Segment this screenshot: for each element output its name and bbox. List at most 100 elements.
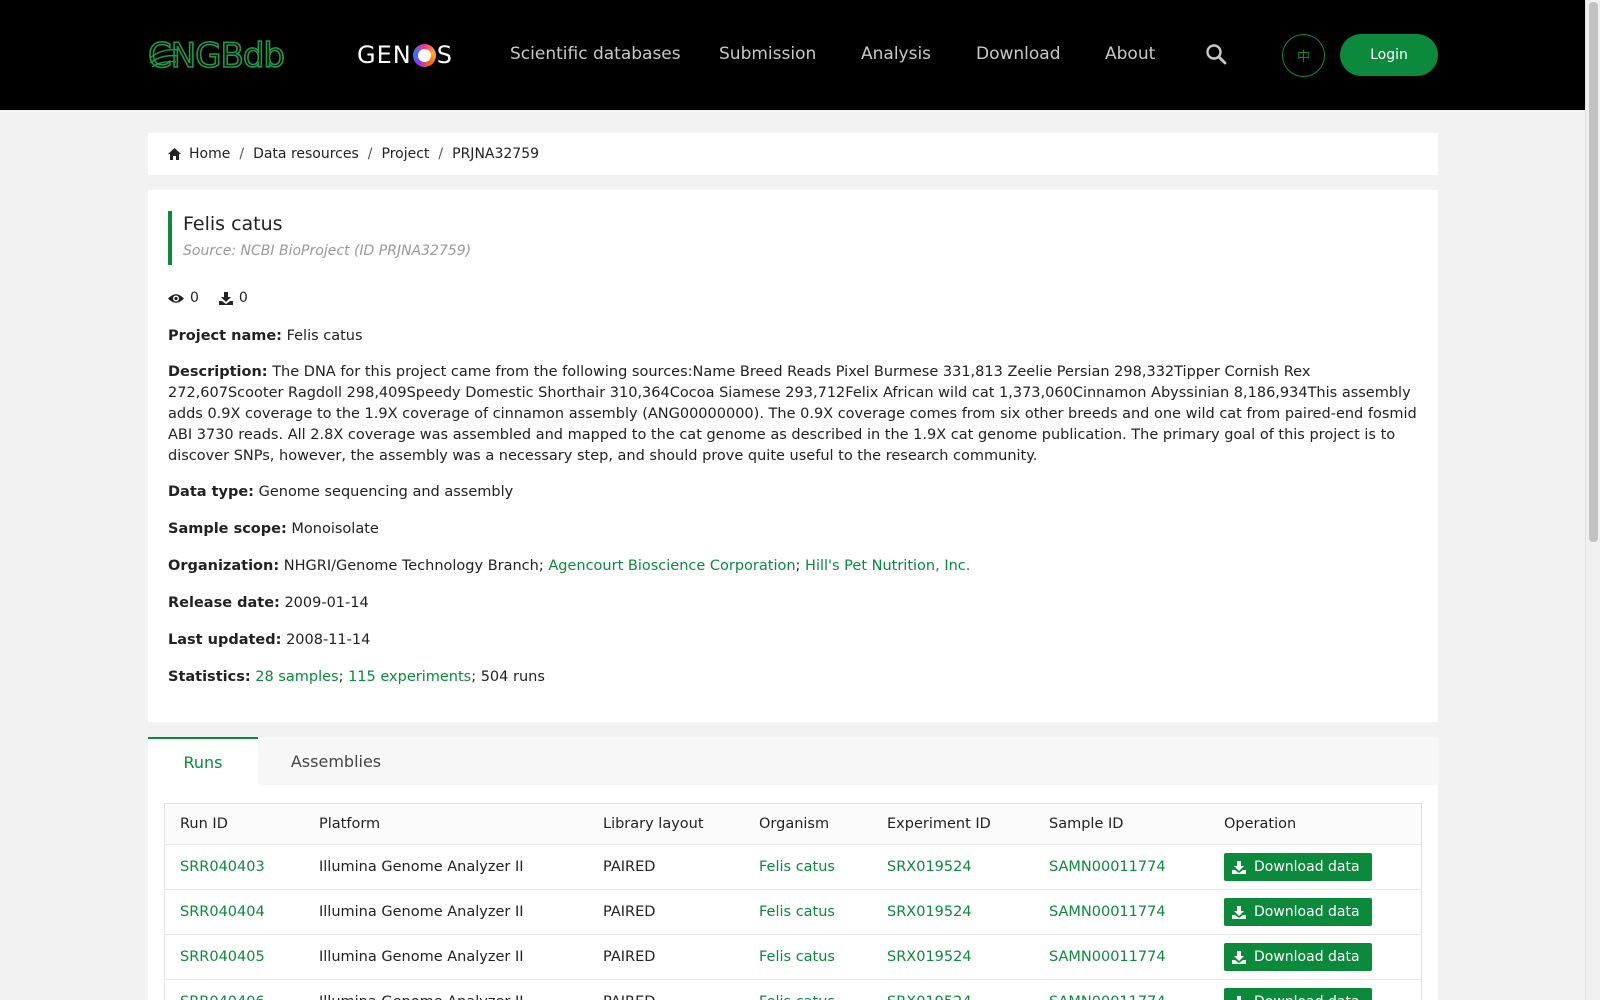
download-data-button[interactable]: Download data	[1224, 853, 1372, 881]
runs-count: ; 504 runs	[471, 669, 545, 685]
column-header-platform: Platform	[319, 816, 381, 832]
run-id-link[interactable]: SRR040404	[180, 890, 265, 934]
download-data-button[interactable]: Download data	[1224, 898, 1372, 926]
platform-cell: Illumina Genome Analyzer II	[319, 980, 524, 1000]
tab-strip: Runs Assemblies	[148, 737, 1438, 785]
breadcrumb-home[interactable]: Home	[189, 146, 230, 162]
column-header-organism: Organism	[759, 816, 830, 832]
runs-assemblies-panel: Runs Assemblies Run ID Platform Library …	[148, 737, 1438, 1000]
experiment-id-link[interactable]: SRX019524	[887, 890, 972, 934]
breadcrumb: Home / Data resources / Project / PRJNA3…	[148, 133, 1438, 175]
breadcrumb-project[interactable]: Project	[382, 146, 430, 162]
separator: ;	[338, 669, 344, 685]
page-title: Felis catus	[183, 213, 283, 235]
download-data-button[interactable]: Download data	[1224, 943, 1372, 971]
nav-about[interactable]: About	[1105, 44, 1155, 64]
platform-cell: Illumina Genome Analyzer II	[319, 859, 524, 875]
scrollbar-thumb[interactable]	[1589, 2, 1598, 542]
eye-icon	[168, 293, 184, 303]
organism-link[interactable]: Felis catus	[759, 935, 835, 979]
run-id-link[interactable]: SRR040403	[180, 845, 265, 889]
download-data-label: Download data	[1254, 994, 1360, 1000]
tab-assemblies[interactable]: Assemblies	[258, 737, 414, 785]
library-layout-cell: PAIRED	[603, 904, 656, 920]
language-toggle-button[interactable]: 中	[1282, 34, 1325, 77]
download-icon	[1232, 905, 1246, 919]
project-title-block: Felis catus Source: NCBI BioProject (ID …	[168, 211, 498, 265]
download-icon	[1232, 860, 1246, 874]
run-id-link[interactable]: SRR040406	[180, 980, 265, 1000]
genos-ring-icon	[412, 43, 436, 67]
column-header-experiment-id: Experiment ID	[887, 816, 991, 832]
login-button[interactable]: Login	[1340, 34, 1438, 76]
field-label: Data type:	[168, 484, 254, 500]
data-type-field: Data type: Genome sequencing and assembl…	[168, 482, 1420, 503]
search-icon[interactable]	[1205, 43, 1227, 65]
download-data-label: Download data	[1254, 859, 1360, 875]
release-date-field: Release date: 2009-01-14	[168, 593, 1420, 614]
organization-value: NHGRI/Genome Technology Branch;	[283, 558, 544, 574]
runs-table: Run ID Platform Library layout Organism …	[164, 803, 1422, 1000]
experiment-id-link[interactable]: SRX019524	[887, 845, 972, 889]
cngbdb-logo[interactable]: CNGBdb	[148, 36, 308, 74]
sample-id-link[interactable]: SAMN00011774	[1049, 845, 1166, 889]
top-navigation-bar: CNGBdb GEN S Scientific databases Submiss…	[0, 0, 1585, 110]
view-count: 0	[168, 290, 199, 306]
genos-logo[interactable]: GEN S	[357, 40, 453, 70]
organization-link-hills[interactable]: Hill's Pet Nutrition, Inc.	[805, 558, 970, 574]
experiments-link[interactable]: 115 experiments	[348, 669, 471, 685]
breadcrumb-data-resources[interactable]: Data resources	[253, 146, 359, 162]
column-header-run-id: Run ID	[180, 816, 228, 832]
release-date-value: 2009-01-14	[284, 595, 369, 611]
nav-submission[interactable]: Submission	[719, 44, 816, 64]
operation-cell: Download data	[1224, 890, 1372, 934]
table-row: SRR040403 Illumina Genome Analyzer II PAIR…	[165, 844, 1421, 889]
separator: ;	[795, 558, 801, 574]
field-label: Last updated:	[168, 632, 282, 648]
last-updated-value: 2008-11-14	[286, 632, 371, 648]
description-field: Description: The DNA for this project ca…	[168, 362, 1420, 467]
tab-runs[interactable]: Runs	[148, 737, 258, 785]
operation-cell: Download data	[1224, 845, 1372, 889]
view-count-value: 0	[190, 290, 199, 306]
download-data-label: Download data	[1254, 949, 1360, 965]
experiment-id-link[interactable]: SRX019524	[887, 935, 972, 979]
sample-id-link[interactable]: SAMN00011774	[1049, 980, 1166, 1000]
column-header-operation: Operation	[1224, 816, 1297, 832]
column-header-library-layout: Library layout	[603, 816, 704, 832]
experiment-id-link[interactable]: SRX019524	[887, 980, 972, 1000]
field-label: Statistics:	[168, 669, 251, 685]
samples-link[interactable]: 28 samples	[255, 669, 338, 685]
page-scrollbar[interactable]	[1585, 0, 1600, 1000]
breadcrumb-current: PRJNA32759	[452, 146, 540, 162]
sample-id-link[interactable]: SAMN00011774	[1049, 935, 1166, 979]
organization-field: Organization: NHGRI/Genome Technology Br…	[168, 556, 1420, 577]
last-updated-field: Last updated: 2008-11-14	[168, 630, 1420, 651]
field-label: Organization:	[168, 558, 280, 574]
download-icon	[1232, 950, 1246, 964]
organism-link[interactable]: Felis catus	[759, 980, 835, 1000]
field-label: Project name:	[168, 328, 282, 344]
organism-link[interactable]: Felis catus	[759, 890, 835, 934]
table-row: SRR040404 Illumina Genome Analyzer II PAIR…	[165, 889, 1421, 934]
table-header-row: Run ID Platform Library layout Organism …	[165, 804, 1421, 844]
table-row: SRR040406 Illumina Genome Analyzer II PAIR…	[165, 979, 1421, 1000]
nav-download[interactable]: Download	[976, 44, 1061, 64]
sample-scope-field: Sample scope: Monoisolate	[168, 519, 1420, 540]
download-count-value: 0	[238, 290, 248, 306]
organization-link-agencourt[interactable]: Agencourt Bioscience Corporation	[548, 558, 795, 574]
download-data-button[interactable]: Download data	[1224, 988, 1372, 1000]
project-source: Source: NCBI BioProject (ID PRJNA32759)	[183, 243, 472, 259]
home-icon	[168, 148, 181, 160]
nav-scientific-databases[interactable]: Scientific databases	[510, 44, 681, 64]
svg-text:CNGBdb: CNGBdb	[148, 36, 284, 74]
run-id-link[interactable]: SRR040405	[180, 935, 265, 979]
organism-link[interactable]: Felis catus	[759, 845, 835, 889]
sample-id-link[interactable]: SAMN00011774	[1049, 890, 1166, 934]
library-layout-cell: PAIRED	[603, 859, 656, 875]
download-icon	[218, 291, 233, 305]
field-label: Release date:	[168, 595, 280, 611]
nav-analysis[interactable]: Analysis	[861, 44, 931, 64]
download-icon	[1237, 995, 1241, 1000]
download-count: 0	[218, 290, 248, 306]
